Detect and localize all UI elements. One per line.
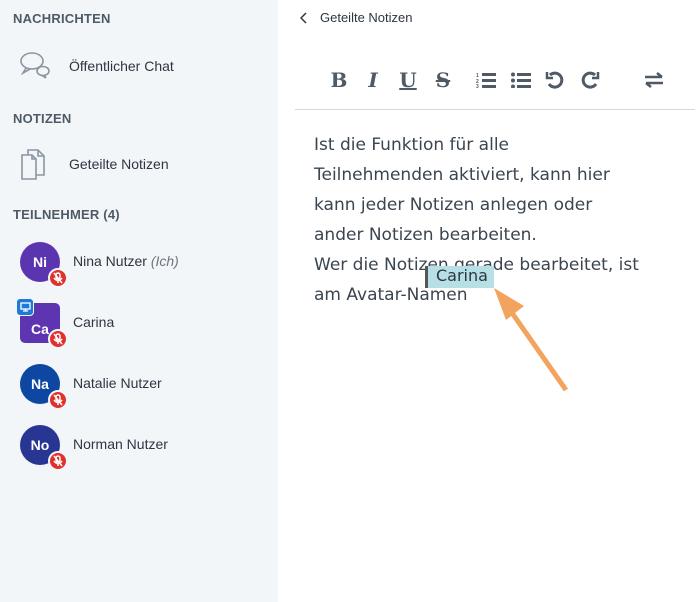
muted-icon bbox=[48, 268, 68, 288]
underline-button[interactable]: U bbox=[394, 60, 422, 100]
notes-icon bbox=[21, 149, 45, 180]
toolbar-divider bbox=[295, 109, 695, 110]
editor-toolbar: B I U S 123 bbox=[295, 60, 695, 100]
bullet-list-button[interactable] bbox=[507, 60, 535, 100]
redo-icon bbox=[581, 71, 600, 89]
participant-name: Norman Nutzer bbox=[73, 436, 168, 452]
annotation-arrow-icon bbox=[494, 288, 569, 392]
presenter-icon bbox=[16, 298, 34, 316]
participant-natalie[interactable]: Na Natalie Nutzer bbox=[0, 359, 278, 410]
shared-notes-label: Geteilte Notizen bbox=[69, 156, 169, 172]
chevron-left-icon bbox=[300, 11, 307, 24]
muted-icon bbox=[48, 451, 68, 471]
text-line: kann jeder Notizen anlegen oder bbox=[314, 195, 593, 215]
swap-icon bbox=[645, 72, 663, 88]
text-line: Teilnehmenden aktiviert, kann hier bbox=[314, 165, 610, 185]
text-line: ander Notizen bearbeiten. bbox=[314, 225, 537, 245]
swap-button[interactable] bbox=[640, 60, 668, 100]
undo-icon bbox=[545, 71, 564, 89]
redo-button[interactable] bbox=[576, 60, 604, 100]
participant-name: Nina Nutzer (Ich) bbox=[73, 253, 179, 269]
public-chat-label: Öffentlicher Chat bbox=[69, 58, 174, 74]
bullet-list-icon bbox=[511, 72, 531, 88]
text-line: Wer die Notizen gerade bearbeitet, ist bbox=[314, 255, 639, 275]
shared-notes-item[interactable]: Geteilte Notizen bbox=[0, 142, 278, 186]
panel-title: Geteilte Notizen bbox=[320, 10, 413, 25]
ordered-list-button[interactable]: 123 bbox=[472, 60, 500, 100]
muted-icon bbox=[48, 329, 68, 349]
undo-button[interactable] bbox=[541, 60, 569, 100]
bold-button[interactable]: B bbox=[325, 60, 353, 100]
sidebar: NACHRICHTEN Öffentlicher Chat NOTIZEN Ge… bbox=[0, 0, 278, 602]
svg-text:3: 3 bbox=[476, 84, 479, 88]
ordered-list-icon: 123 bbox=[476, 73, 496, 88]
notes-heading: NOTIZEN bbox=[13, 111, 72, 126]
participant-norman[interactable]: No Norman Nutzer bbox=[0, 420, 278, 471]
messages-heading: NACHRICHTEN bbox=[13, 11, 111, 26]
strikethrough-button[interactable]: S bbox=[429, 60, 457, 100]
back-button[interactable]: Geteilte Notizen bbox=[300, 10, 413, 25]
participants-heading: TEILNEHMER (4) bbox=[13, 207, 120, 222]
participant-name: Carina bbox=[73, 314, 115, 330]
participant-nina[interactable]: Ni Nina Nutzer (Ich) bbox=[0, 237, 278, 288]
public-chat-item[interactable]: Öffentlicher Chat bbox=[0, 44, 278, 88]
muted-icon bbox=[48, 390, 68, 410]
text-line: Ist die Funktion für alle bbox=[314, 135, 510, 155]
italic-button[interactable]: I bbox=[359, 60, 387, 100]
chat-icon bbox=[20, 52, 50, 79]
participant-name: Natalie Nutzer bbox=[73, 375, 162, 391]
participant-carina[interactable]: Ca Carina bbox=[0, 298, 278, 349]
